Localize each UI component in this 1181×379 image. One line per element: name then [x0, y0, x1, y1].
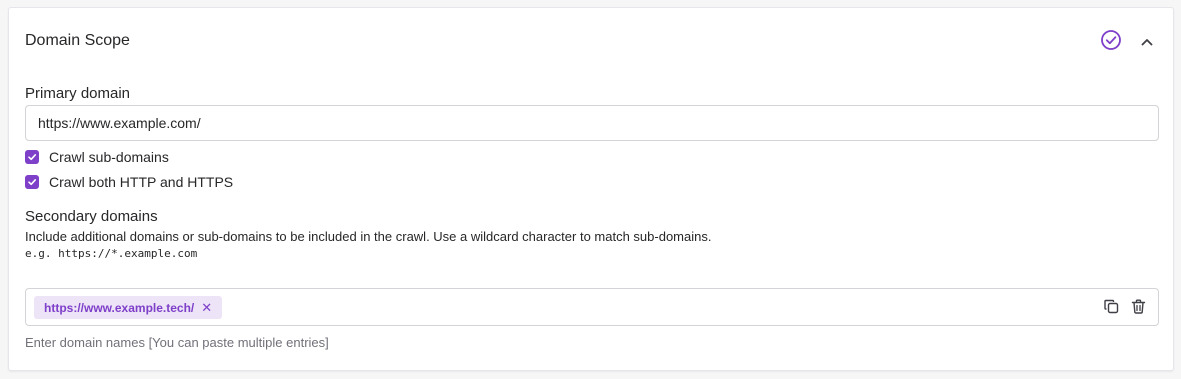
- crawl-http-https-checkbox[interactable]: [25, 175, 39, 189]
- domain-tag-label: https://www.example.tech/: [44, 300, 195, 315]
- crawl-subdomains-label: Crawl sub-domains: [49, 149, 169, 165]
- primary-domain-label: Primary domain: [25, 85, 131, 102]
- secondary-domains-tag-input[interactable]: https://www.example.tech/ ✕: [25, 288, 1159, 326]
- checkmark-icon: [28, 179, 36, 186]
- checkmark-icon: [28, 154, 36, 161]
- trash-icon[interactable]: [1130, 298, 1147, 315]
- domain-scope-panel: Domain Scope Primary domain Crawl sub-do…: [8, 7, 1174, 371]
- panel-title: Domain Scope: [25, 32, 130, 49]
- chevron-up-icon[interactable]: [1139, 34, 1155, 50]
- primary-domain-input[interactable]: [25, 105, 1159, 141]
- tag-input-hint: Enter domain names [You can paste multip…: [25, 335, 329, 350]
- secondary-domains-help: Include additional domains or sub-domain…: [25, 229, 712, 244]
- crawl-http-https-option[interactable]: Crawl both HTTP and HTTPS: [25, 174, 233, 190]
- check-circle-icon[interactable]: [1100, 29, 1122, 51]
- copy-icon[interactable]: [1103, 298, 1120, 315]
- secondary-domains-label: Secondary domains: [25, 208, 158, 225]
- crawl-subdomains-option[interactable]: Crawl sub-domains: [25, 149, 169, 165]
- crawl-subdomains-checkbox[interactable]: [25, 150, 39, 164]
- remove-tag-icon[interactable]: ✕: [201, 300, 212, 316]
- secondary-domains-example: e.g. https://*.example.com: [25, 247, 198, 260]
- domain-tag: https://www.example.tech/ ✕: [34, 296, 223, 319]
- crawl-http-https-label: Crawl both HTTP and HTTPS: [49, 174, 234, 190]
